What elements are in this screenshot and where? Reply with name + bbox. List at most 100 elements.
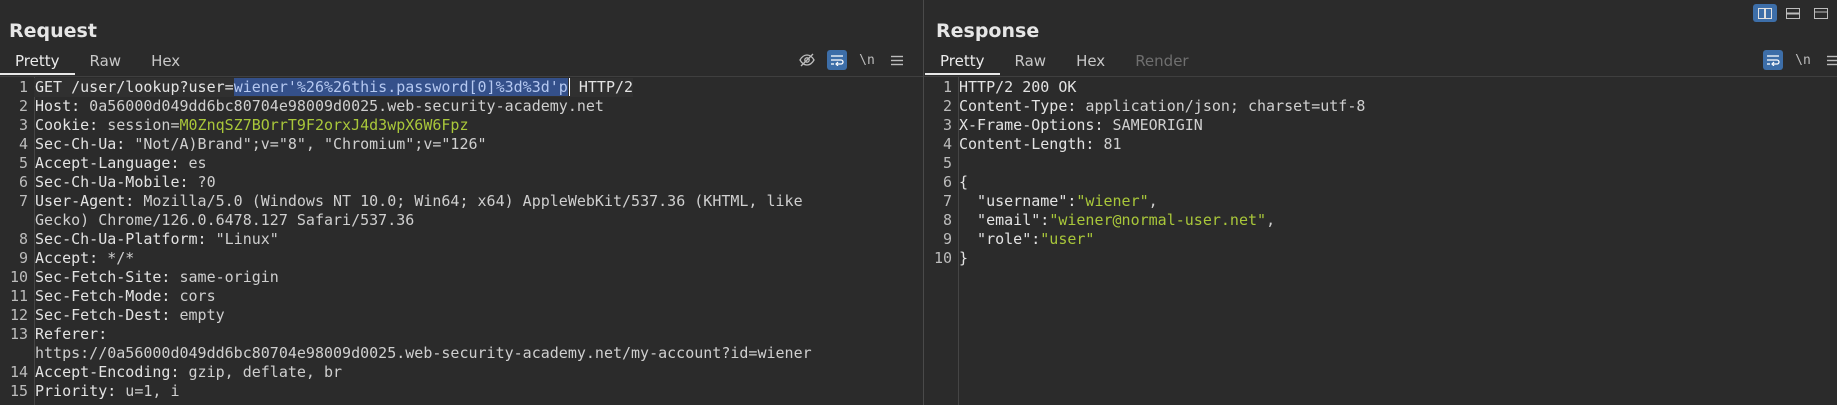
code-line: 14 Accept-Encoding: gzip, deflate, br <box>0 363 923 382</box>
header-value: application/json; charset=utf-8 <box>1076 97 1366 115</box>
line-number: 7 <box>942 192 952 210</box>
request-title: Request <box>9 20 97 42</box>
line-content: Content-Length: 81 <box>958 135 1122 154</box>
line-number: 2 <box>18 97 28 115</box>
selected-text: wiener'%26%26this.password[0]%3d%3d'p <box>233 78 568 96</box>
header-key: Sec-Fetch-Site: <box>35 268 171 286</box>
line-content: "email":"wiener@normal-user.net", <box>958 211 1275 230</box>
header-key: HTTP/2 200 OK <box>959 78 1077 96</box>
tab-hex[interactable]: Hex <box>1061 50 1120 73</box>
tab-hex[interactable]: Hex <box>136 50 195 73</box>
header-key: Sec-Ch-Ua-Mobile: <box>35 173 189 191</box>
header-key: Priority: <box>35 382 117 400</box>
header-value: */* <box>98 249 135 267</box>
tab-pretty[interactable]: Pretty <box>925 50 1000 75</box>
header-value: ?0 <box>188 173 216 191</box>
code-line: 8 "email":"wiener@normal-user.net", <box>924 211 1837 230</box>
header-value: u=1, i <box>116 382 180 400</box>
code-line: Gecko) Chrome/126.0.6478.127 Safari/537.… <box>0 211 923 230</box>
line-content: Sec-Ch-Ua: "Not/A)Brand";v="8", "Chromiu… <box>34 135 487 154</box>
wrap-icon[interactable] <box>827 50 847 70</box>
line-number: 3 <box>942 116 952 134</box>
request-tabs: Pretty Raw Hex <box>0 50 195 75</box>
line-content: Referer: <box>34 325 107 344</box>
code-line: 3 Cookie: session=M0ZnqSZ7BOrrT9F2orxJ4d3… <box>0 116 923 135</box>
code-line: 12 Sec-Fetch-Dest: empty <box>0 306 923 325</box>
header-value: Mozilla/5.0 (Windows NT 10.0; Win64; x64… <box>134 192 803 210</box>
header-value: "Linux" <box>206 230 279 248</box>
response-toolbar: \n <box>1763 50 1837 70</box>
header-key: User-Agent: <box>35 192 135 210</box>
code-line: 1 GET /user/lookup?user=wiener'%26%26this… <box>0 78 923 97</box>
header-value: https://0a56000d049dd6bc80704e98009d0025… <box>35 344 812 362</box>
line-content: Priority: u=1, i <box>34 382 180 401</box>
header-value: empty <box>170 306 225 324</box>
code-line: 7 User-Agent: Mozilla/5.0 (Windows NT 10.… <box>0 192 923 211</box>
line-content: User-Agent: Mozilla/5.0 (Windows NT 10.0… <box>34 192 803 211</box>
code-line: 2 Host: 0a56000d049dd6bc80704e98009d0025.… <box>0 97 923 116</box>
tab-raw[interactable]: Raw <box>1000 50 1062 73</box>
line-content: Sec-Fetch-Site: same-origin <box>34 268 279 287</box>
header-key: Accept-Language: <box>35 154 180 172</box>
line-number: 10 <box>933 249 952 267</box>
eye-off-icon[interactable] <box>797 50 817 70</box>
line-number: 12 <box>9 306 28 324</box>
header-key: Sec-Ch-Ua: <box>35 135 126 153</box>
line-content: HTTP/2 200 OK <box>958 78 1076 97</box>
line-number: 2 <box>942 97 952 115</box>
menu-icon[interactable] <box>887 50 907 70</box>
json-value: "wiener" <box>1076 192 1149 210</box>
code-line: 8 Sec-Ch-Ua-Platform: "Linux" <box>0 230 923 249</box>
line-number: 8 <box>942 211 952 229</box>
header-key: Accept: <box>35 249 99 267</box>
line-content: Cookie: session=M0ZnqSZ7BOrrT9F2orxJ4d3w… <box>34 116 468 135</box>
code-line: 1 HTTP/2 200 OK <box>924 78 1837 97</box>
header-value: same-origin <box>170 268 279 286</box>
newline-toggle[interactable]: \n <box>1793 50 1813 70</box>
line-number <box>0 211 34 230</box>
request-editor[interactable]: 1 GET /user/lookup?user=wiener'%26%26this… <box>0 77 923 405</box>
newline-toggle[interactable]: \n <box>857 50 877 70</box>
line-number: 4 <box>18 135 28 153</box>
header-key: X-Frame-Options: <box>959 116 1104 134</box>
line-number: 15 <box>9 382 28 400</box>
code-line: 9 Accept: */* <box>0 249 923 268</box>
code-line: 15 Priority: u=1, i <box>0 382 923 401</box>
tab-raw[interactable]: Raw <box>75 50 137 73</box>
line-number: 9 <box>18 249 28 267</box>
line-content: Sec-Ch-Ua-Mobile: ?0 <box>34 173 216 192</box>
header-key: { <box>959 173 969 191</box>
header-key: "role": <box>959 230 1041 248</box>
header-value: SAMEORIGIN <box>1103 116 1203 134</box>
line-content: "role":"user" <box>958 230 1094 249</box>
code-line: 13 Referer: <box>0 325 923 344</box>
request-toolbar: \n <box>797 50 907 70</box>
response-title: Response <box>936 20 1040 42</box>
header-key: Referer: <box>35 325 108 343</box>
header-key: } <box>959 249 969 267</box>
code-line: 9 "role":"user" <box>924 230 1837 249</box>
wrap-icon[interactable] <box>1763 50 1783 70</box>
header-value: "Not/A)Brand";v="8", "Chromium";v="126" <box>125 135 487 153</box>
line-content: Accept-Encoding: gzip, deflate, br <box>34 363 342 382</box>
code-line: 2 Content-Type: application/json; charset… <box>924 97 1837 116</box>
code-line: 10} <box>924 249 1837 268</box>
code-line: 4 Sec-Ch-Ua: "Not/A)Brand";v="8", "Chromi… <box>0 135 923 154</box>
menu-icon[interactable] <box>1823 50 1837 70</box>
header-value: , <box>1148 192 1158 210</box>
response-editor[interactable]: 1 HTTP/2 200 OK 2 Content-Type: application… <box>924 77 1837 405</box>
code-line: 7 "username":"wiener", <box>924 192 1837 211</box>
json-value: "user" <box>1040 230 1095 248</box>
tab-pretty[interactable]: Pretty <box>0 50 75 75</box>
line-content: "username":"wiener", <box>958 192 1158 211</box>
line-content: Accept-Language: es <box>34 154 207 173</box>
line-number: 6 <box>942 173 952 191</box>
header-key: Sec-Ch-Ua-Platform: <box>35 230 207 248</box>
header-value: 0a56000d049dd6bc80704e98009d0025.web-sec… <box>80 97 604 115</box>
request-panel: Request Pretty Raw Hex \n 1 GET /user/loo… <box>0 0 923 405</box>
line-number: 6 <box>18 173 28 191</box>
header-key: Host: <box>35 97 81 115</box>
cookie-value: M0ZnqSZ7BOrrT9F2orxJ4d3wpX6W6Fpz <box>179 116 469 134</box>
response-panel: Response Pretty Raw Hex Render \n 1 HTTP/… <box>924 0 1837 405</box>
header-key: "username": <box>959 192 1077 210</box>
